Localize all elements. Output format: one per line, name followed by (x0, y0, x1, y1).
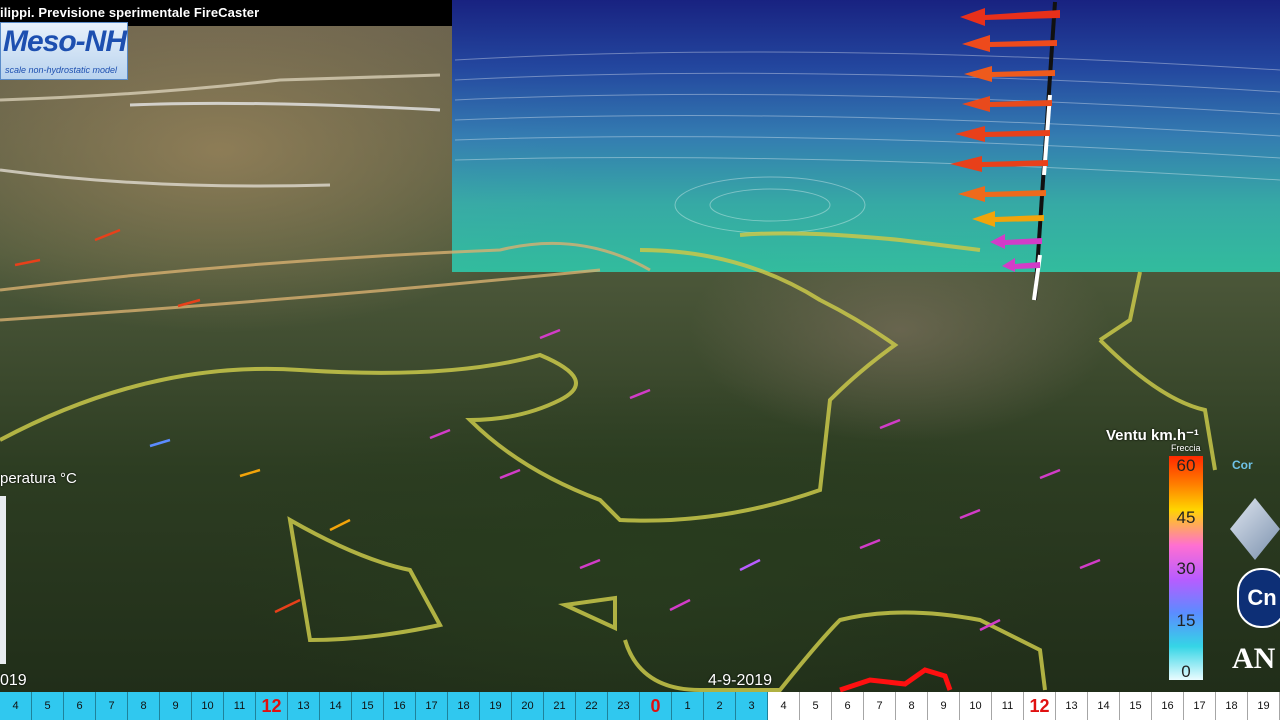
wind-tick-30: 30 (1176, 559, 1196, 578)
timeline-year: 019 (0, 672, 27, 689)
wind-tick-0: 0 (1181, 662, 1191, 681)
timeline-tick[interactable]: 12 (1024, 692, 1056, 720)
wind-tick-45: 45 (1176, 508, 1196, 527)
logo-name: Meso-NH (3, 25, 127, 58)
meso-nh-logo: Meso-NH scale non-hydrostatic model (0, 22, 128, 80)
timeline-tick[interactable]: 9 (928, 692, 960, 720)
timeline-tick[interactable]: 10 (960, 692, 992, 720)
an-logo: AN (1232, 642, 1276, 675)
wind-tick-15: 15 (1176, 611, 1196, 630)
timeline-tick[interactable]: 19 (1248, 692, 1280, 720)
map-overlay (0, 1, 1280, 693)
wind-legend-subtitle: Freccia (1171, 443, 1201, 453)
wind-arrows (14, 228, 1101, 632)
timeline-tick[interactable]: 15 (1120, 692, 1152, 720)
timeline-tick[interactable]: 6 (64, 692, 96, 720)
time-slider[interactable]: 4 5 6 7 8 9 10 11 12 13 14 15 16 17 18 19 20 21 22 23 0 1 2 3 4 5… (0, 692, 1280, 720)
timeline-tick[interactable]: 11 (992, 692, 1024, 720)
timeline-tick[interactable]: 16 (384, 692, 416, 720)
partner-logo-cor: Cor (1232, 458, 1253, 472)
timeline-tick[interactable]: 11 (224, 692, 256, 720)
timeline-tick[interactable]: 21 (544, 692, 576, 720)
timeline-tick[interactable]: 20 (512, 692, 544, 720)
timeline-tick[interactable]: 4 (0, 692, 32, 720)
timeline-tick[interactable]: 15 (352, 692, 384, 720)
timeline-tick[interactable]: 5 (32, 692, 64, 720)
timeline-tick[interactable]: 8 (128, 692, 160, 720)
timeline-tick[interactable]: 22 (576, 692, 608, 720)
fire-perimeter (839, 667, 953, 693)
timeline-tick[interactable]: 18 (448, 692, 480, 720)
timeline-tick[interactable]: 23 (608, 692, 640, 720)
vertical-wind-profile (950, 1, 1060, 301)
timeline-tick[interactable]: 8 (896, 692, 928, 720)
timeline-tick[interactable]: 2 (704, 692, 736, 720)
timeline-tick[interactable]: 6 (832, 692, 864, 720)
timeline-tick[interactable]: 7 (864, 692, 896, 720)
timeline-tick[interactable]: 19 (480, 692, 512, 720)
cross-section-contours (454, 51, 1280, 234)
timeline-tick[interactable]: 17 (416, 692, 448, 720)
timeline-tick[interactable]: 13 (1056, 692, 1088, 720)
timeline-tick[interactable]: 12 (256, 692, 288, 720)
logo-subtitle: scale non-hydrostatic model (5, 65, 118, 75)
ridge-contours (0, 73, 651, 322)
wind-legend-title: Ventu km.h⁻¹ (1106, 427, 1199, 444)
timeline-tick[interactable]: 14 (320, 692, 352, 720)
timeline-tick[interactable]: 1 (672, 692, 704, 720)
timeline-tick[interactable]: 10 (192, 692, 224, 720)
timeline-tick[interactable]: 4 (768, 692, 800, 720)
forecast-view: ilippi. Previsione sperimentale FireCast… (0, 0, 1280, 720)
timeline-tick[interactable]: 13 (288, 692, 320, 720)
forecast-title: ilippi. Previsione sperimentale FireCast… (0, 5, 260, 20)
cnr-logo: Cn (1237, 568, 1280, 628)
boundary-contours (0, 231, 1217, 692)
temperature-label: peratura °C (0, 470, 77, 487)
timeline-tick[interactable]: 3 (736, 692, 768, 720)
timeline-tick[interactable]: 7 (96, 692, 128, 720)
timeline-tick[interactable]: 18 (1216, 692, 1248, 720)
timeline-tick[interactable]: 17 (1184, 692, 1216, 720)
timeline-tick[interactable]: 0 (640, 692, 672, 720)
forecast-date: 4-9-2019 (708, 672, 773, 689)
timeline-tick[interactable]: 5 (800, 692, 832, 720)
timeline-tick[interactable]: 9 (160, 692, 192, 720)
timeline-tick[interactable]: 14 (1088, 692, 1120, 720)
wind-color-scale: 60 45 30 15 0 (1169, 456, 1203, 681)
wind-tick-60: 60 (1176, 456, 1196, 475)
timeline-tick[interactable]: 16 (1152, 692, 1184, 720)
temperature-scale (0, 496, 6, 664)
